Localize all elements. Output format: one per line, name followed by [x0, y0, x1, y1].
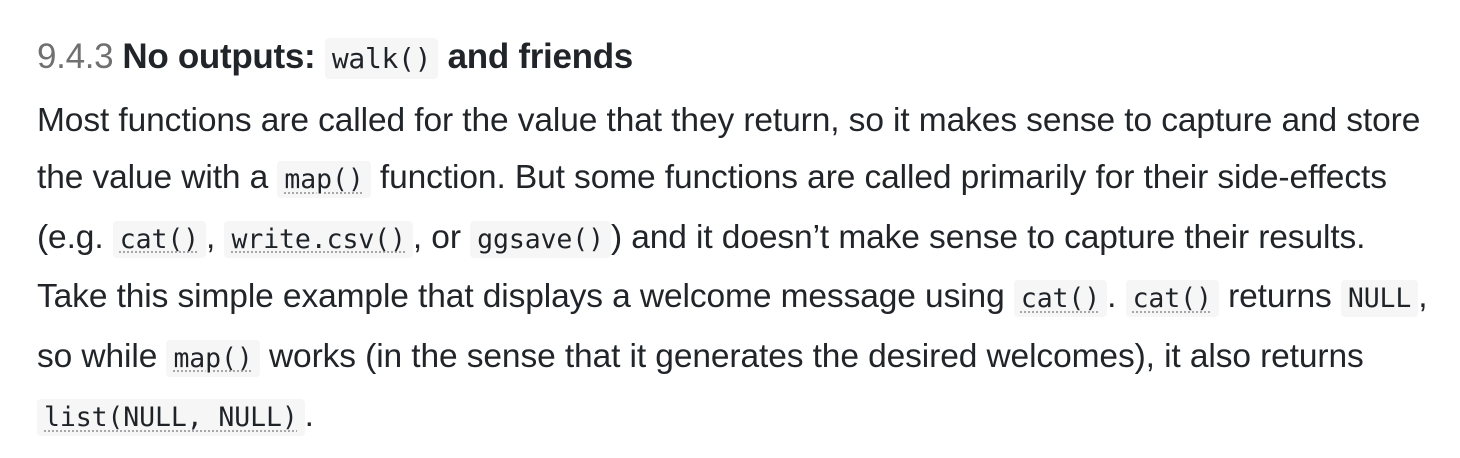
heading-code-walk: walk() — [324, 38, 439, 79]
paragraph-text-9: works (in the sense that it generates th… — [268, 337, 1364, 375]
heading-text-after: and friends — [447, 37, 634, 76]
paragraph-text-3: , — [206, 218, 216, 256]
code-map-2: map() — [166, 339, 260, 377]
list-function-link[interactable]: list(NULL, NULL) — [37, 397, 305, 437]
paragraph-text-6: . — [1107, 278, 1117, 316]
code-cat: cat() — [112, 220, 207, 258]
code-ggsave: ggsave() — [470, 220, 611, 258]
code-map: map() — [277, 161, 371, 199]
map-function-link[interactable]: map() — [277, 159, 371, 199]
heading-text-before: No outputs: — [122, 37, 316, 76]
code-list-null-null: list(NULL, NULL) — [37, 399, 305, 437]
code-cat-3: cat() — [1125, 280, 1219, 318]
cat-function-link-3[interactable]: cat() — [1125, 278, 1219, 318]
paragraph-text-10: . — [304, 397, 314, 435]
content-section: 9.4.3 No outputs: walk() and friends Most… — [0, 0, 1460, 458]
cat-function-link[interactable]: cat() — [112, 219, 207, 258]
cat-function-link-2[interactable]: cat() — [1013, 278, 1108, 318]
paragraph-text-7: returns — [1228, 278, 1332, 316]
section-heading: 9.4.3 No outputs: walk() and friends — [37, 34, 1460, 82]
body-paragraph: Most functions are called for the value … — [37, 92, 1432, 446]
map-function-link-2[interactable]: map() — [166, 338, 260, 377]
code-cat-2: cat() — [1013, 280, 1108, 318]
code-null: NULL — [1340, 280, 1419, 318]
write-csv-function-link[interactable]: write.csv() — [224, 219, 413, 258]
section-number: 9.4.3 — [37, 37, 114, 76]
code-write-csv: write.csv() — [224, 220, 413, 258]
paragraph-text-4: , or — [412, 218, 461, 256]
